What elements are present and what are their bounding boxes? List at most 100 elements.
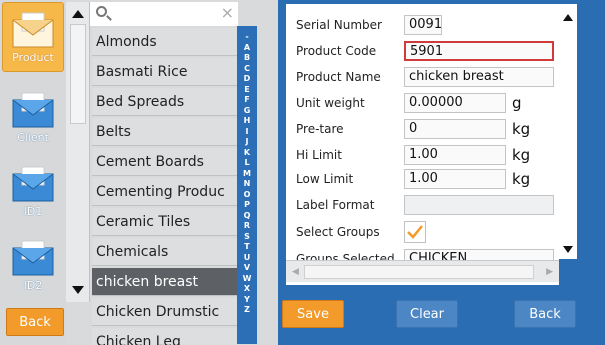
label-format-field[interactable]: [404, 195, 554, 215]
alpha-index-letter[interactable]: J: [246, 137, 249, 148]
nav-id2-button[interactable]: ID2: [2, 230, 64, 300]
alpha-index-letter[interactable]: D: [244, 74, 251, 85]
product-name-row: Product Name chicken breast: [296, 66, 558, 88]
unit-weight-field[interactable]: 0.00000: [404, 93, 506, 113]
form-scrollbar[interactable]: [559, 4, 577, 259]
alpha-index-letter[interactable]: W: [243, 274, 252, 285]
nav-id1-button[interactable]: ID1: [2, 156, 64, 226]
hi-limit-field[interactable]: 1.00: [404, 145, 506, 165]
nav-product-button[interactable]: Product: [2, 2, 64, 72]
scroll-down-icon[interactable]: [563, 246, 573, 253]
serial-number-row: Serial Number 0091: [296, 14, 558, 36]
product-form: Serial Number 0091 Product Code 5901 Pro…: [286, 4, 559, 285]
pre-tare-field[interactable]: 0: [404, 119, 506, 139]
list-item[interactable]: Cementing Produc: [92, 178, 238, 206]
alpha-index-letter[interactable]: Q: [244, 211, 251, 222]
select-groups-checkbox[interactable]: [404, 221, 426, 243]
product-name-field[interactable]: chicken breast: [404, 67, 554, 87]
nav-id1-label: ID1: [23, 205, 43, 218]
list-item[interactable]: Chemicals: [92, 238, 238, 266]
hi-limit-label: Hi Limit: [296, 148, 342, 162]
pre-tare-unit: kg: [512, 120, 531, 138]
list-scroll-thumb[interactable]: [70, 24, 86, 124]
product-detail-panel: Serial Number 0091 Product Code 5901 Pro…: [278, 0, 605, 345]
alpha-index-letter[interactable]: X: [244, 284, 250, 295]
alpha-index-letter[interactable]: L: [244, 158, 249, 169]
alpha-index-letter[interactable]: Y: [244, 295, 250, 306]
alpha-index-letter[interactable]: F: [244, 95, 249, 106]
scroll-up-icon[interactable]: [563, 14, 573, 21]
back-button[interactable]: Back: [514, 300, 576, 328]
alpha-index-letter[interactable]: P: [244, 200, 250, 211]
id1-envelope-icon: [12, 166, 54, 202]
scroll-right-icon[interactable]: ▶: [546, 267, 553, 277]
search-input[interactable]: ×: [90, 2, 238, 26]
list-item[interactable]: Bed Spreads: [92, 88, 238, 116]
nav-sidebar: Product Client ID1 ID2 Back: [0, 0, 66, 345]
alpha-index-letter[interactable]: M: [243, 169, 251, 180]
alpha-index-letter[interactable]: E: [244, 85, 249, 96]
nav-id2-label: ID2: [23, 279, 43, 292]
alpha-index-letter[interactable]: -: [245, 32, 248, 43]
alpha-index-letter[interactable]: N: [244, 179, 251, 190]
alpha-index-letter[interactable]: B: [244, 53, 250, 64]
clear-search-icon[interactable]: ×: [221, 3, 234, 22]
alpha-index-letter[interactable]: V: [244, 263, 250, 274]
alpha-index-letter[interactable]: Z: [244, 305, 250, 316]
pre-tare-row: Pre-tare 0 kg: [296, 118, 558, 140]
alpha-index-letter[interactable]: O: [244, 190, 251, 201]
nav-product-label: Product: [12, 51, 54, 64]
scroll-up-icon[interactable]: [72, 10, 84, 18]
label-format-row: Label Format: [296, 194, 558, 216]
low-limit-unit: kg: [512, 170, 531, 188]
product-code-row: Product Code 5901: [296, 40, 558, 62]
alpha-index-letter[interactable]: C: [244, 64, 250, 75]
list-item[interactable]: Chicken Leg: [92, 328, 238, 345]
list-scrollbar[interactable]: [66, 2, 90, 302]
list-item[interactable]: Belts: [92, 118, 238, 146]
hi-limit-row: Hi Limit 1.00 kg: [296, 144, 558, 166]
low-limit-row: Low Limit 1.00 kg: [296, 168, 558, 190]
alpha-index-letter[interactable]: H: [244, 116, 251, 127]
alpha-index-letter[interactable]: G: [244, 106, 251, 117]
unit-weight-label: Unit weight: [296, 96, 365, 110]
product-name-label: Product Name: [296, 70, 381, 84]
product-list-panel: × Almonds Basmati Rice Bed Spreads Belts…: [66, 2, 260, 345]
pre-tare-label: Pre-tare: [296, 122, 344, 136]
list-item[interactable]: Cement Boards: [92, 148, 238, 176]
alpha-index-letter[interactable]: U: [244, 253, 251, 264]
unit-weight-row: Unit weight 0.00000 g: [296, 92, 558, 114]
product-code-field[interactable]: 5901: [404, 41, 554, 61]
alpha-index-letter[interactable]: S: [244, 232, 250, 243]
save-button[interactable]: Save: [282, 300, 344, 328]
unit-weight-unit: g: [512, 94, 522, 112]
list-item[interactable]: Almonds: [92, 28, 238, 56]
scroll-down-icon[interactable]: [72, 286, 84, 294]
form-horizontal-scrollbar[interactable]: ◀ ▶: [286, 260, 559, 282]
scroll-left-icon[interactable]: ◀: [292, 267, 299, 277]
clear-button[interactable]: Clear: [396, 300, 458, 328]
hi-limit-unit: kg: [512, 146, 531, 164]
label-format-label: Label Format: [296, 198, 375, 212]
list-item[interactable]: Ceramic Tiles: [92, 208, 238, 236]
alpha-index-letter[interactable]: I: [246, 127, 249, 138]
nav-client-button[interactable]: Client: [2, 82, 64, 152]
alpha-index-letter[interactable]: K: [244, 148, 250, 159]
nav-back-button[interactable]: Back: [6, 308, 64, 336]
list-item-selected[interactable]: chicken breast: [92, 268, 238, 296]
list-item[interactable]: Basmati Rice: [92, 58, 238, 86]
id2-envelope-icon: [12, 240, 54, 276]
product-code-label: Product Code: [296, 44, 377, 58]
product-list: Almonds Basmati Rice Bed Spreads Belts C…: [92, 28, 238, 345]
form-hscroll-thumb[interactable]: [304, 265, 534, 279]
client-envelope-icon: [12, 92, 54, 128]
list-item[interactable]: Chicken Drumstic: [92, 298, 238, 326]
alpha-index-letter[interactable]: R: [244, 221, 250, 232]
alpha-index-letter[interactable]: A: [244, 43, 250, 54]
alphabet-index[interactable]: - A B C D E F G H I J K L M N O P Q R S …: [237, 26, 257, 344]
search-icon: [96, 6, 107, 17]
low-limit-field[interactable]: 1.00: [404, 169, 506, 189]
alpha-index-letter[interactable]: T: [244, 242, 249, 253]
serial-number-label: Serial Number: [296, 18, 382, 32]
serial-number-field: 0091: [404, 15, 442, 35]
